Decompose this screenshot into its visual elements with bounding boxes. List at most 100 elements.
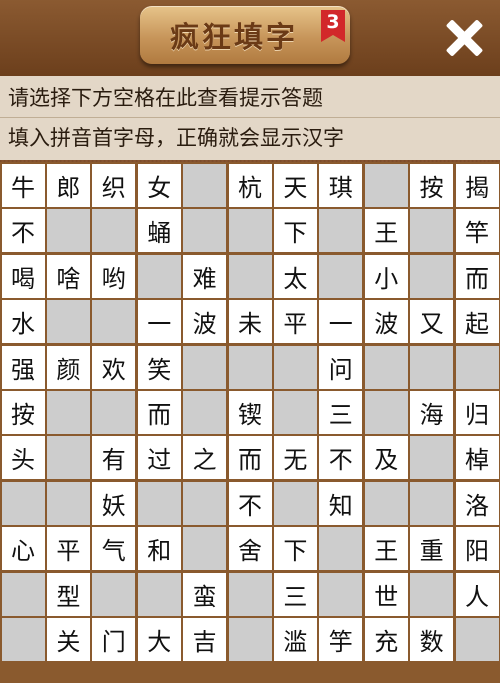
grid-cell[interactable]: 世 — [364, 572, 408, 616]
blocked-cell — [1, 618, 45, 661]
grid-cell[interactable]: 归 — [455, 391, 499, 434]
grid-cell[interactable]: 郎 — [46, 164, 90, 207]
blocked-cell — [137, 254, 181, 298]
blocked-cell — [228, 209, 272, 253]
grid-cell[interactable]: 欢 — [92, 345, 136, 389]
grid-cell[interactable]: 平 — [273, 300, 317, 344]
grid-cell[interactable]: 充 — [364, 618, 408, 661]
grid-cell[interactable]: 舍 — [228, 527, 272, 571]
blocked-cell — [455, 618, 499, 661]
blocked-cell — [273, 345, 317, 389]
grid-cell[interactable]: 笑 — [137, 345, 181, 389]
grid-cell[interactable]: 喝 — [1, 254, 45, 298]
grid-cell[interactable]: 过 — [137, 436, 181, 480]
grid-cell[interactable]: 一 — [319, 300, 363, 344]
grid-cell[interactable]: 一 — [137, 300, 181, 344]
grid-cell[interactable]: 心 — [1, 527, 45, 571]
grid-cell[interactable]: 蛹 — [137, 209, 181, 253]
grid-cell[interactable]: 海 — [410, 391, 454, 434]
blocked-cell — [1, 481, 45, 525]
grid-cell[interactable]: 平 — [46, 527, 90, 571]
grid-cell[interactable]: 知 — [319, 481, 363, 525]
grid-cell[interactable]: 有 — [92, 436, 136, 480]
grid-cell[interactable]: 不 — [1, 209, 45, 253]
blocked-cell — [183, 209, 227, 253]
grid-cell[interactable]: 洛 — [455, 481, 499, 525]
grid-cell[interactable]: 竽 — [319, 618, 363, 661]
blocked-cell — [92, 572, 136, 616]
blocked-cell — [228, 254, 272, 298]
grid-cell[interactable]: 气 — [92, 527, 136, 571]
grid-cell[interactable]: 揭 — [455, 164, 499, 207]
blocked-cell — [46, 481, 90, 525]
grid-cell[interactable]: 哟 — [92, 254, 136, 298]
grid-cell[interactable]: 人 — [455, 572, 499, 616]
game-screen: 疯狂填字 3 请选择下方空格在此查看提示答题 填入拼音首字母，正确就会显示汉字 … — [0, 0, 500, 683]
blocked-cell — [410, 572, 454, 616]
blocked-cell — [410, 436, 454, 480]
grid-cell[interactable]: 及 — [364, 436, 408, 480]
grid-cell[interactable]: 琪 — [319, 164, 363, 207]
grid-cell[interactable]: 太 — [273, 254, 317, 298]
grid-cell[interactable]: 而 — [228, 436, 272, 480]
grid-cell[interactable]: 起 — [455, 300, 499, 344]
grid-cell[interactable]: 三 — [273, 572, 317, 616]
grid-cell[interactable]: 杭 — [228, 164, 272, 207]
grid-cell[interactable]: 波 — [364, 300, 408, 344]
grid-cell[interactable]: 三 — [319, 391, 363, 434]
level-badge: 3 — [317, 10, 349, 42]
grid-cell[interactable]: 不 — [319, 436, 363, 480]
grid-cell[interactable]: 而 — [137, 391, 181, 434]
grid-cell[interactable]: 下 — [273, 209, 317, 253]
grid-cell[interactable]: 吉 — [183, 618, 227, 661]
grid-cell[interactable]: 下 — [273, 527, 317, 571]
close-icon[interactable] — [440, 14, 488, 62]
grid-cell[interactable]: 之 — [183, 436, 227, 480]
grid-cell[interactable]: 未 — [228, 300, 272, 344]
grid-cell[interactable]: 强 — [1, 345, 45, 389]
grid-cell[interactable]: 难 — [183, 254, 227, 298]
grid-cell[interactable]: 重 — [410, 527, 454, 571]
grid-cell[interactable]: 型 — [46, 572, 90, 616]
grid-cell[interactable]: 关 — [46, 618, 90, 661]
grid-cell[interactable]: 门 — [92, 618, 136, 661]
grid-cell[interactable]: 水 — [1, 300, 45, 344]
blocked-cell — [228, 345, 272, 389]
grid-cell[interactable]: 阳 — [455, 527, 499, 571]
grid-cell[interactable]: 按 — [410, 164, 454, 207]
level-number: 3 — [326, 11, 340, 33]
grid-cell[interactable]: 大 — [137, 618, 181, 661]
grid-cell[interactable]: 不 — [228, 481, 272, 525]
grid-cell[interactable]: 王 — [364, 527, 408, 571]
grid-cell[interactable]: 女 — [137, 164, 181, 207]
grid-cell[interactable]: 蛮 — [183, 572, 227, 616]
blocked-cell — [183, 481, 227, 525]
grid-cell[interactable]: 按 — [1, 391, 45, 434]
grid-cell[interactable]: 问 — [319, 345, 363, 389]
grid-cell[interactable]: 小 — [364, 254, 408, 298]
grid-cell[interactable]: 啥 — [46, 254, 90, 298]
grid-cell[interactable]: 织 — [92, 164, 136, 207]
grid-cell[interactable]: 头 — [1, 436, 45, 480]
grid-cell[interactable]: 波 — [183, 300, 227, 344]
blocked-cell — [183, 391, 227, 434]
top-bar: 疯狂填字 3 — [0, 0, 500, 76]
grid-cell[interactable]: 无 — [273, 436, 317, 480]
grid-cell[interactable]: 数 — [410, 618, 454, 661]
grid-cell[interactable]: 而 — [455, 254, 499, 298]
grid-cell[interactable]: 棹 — [455, 436, 499, 480]
grid-cell[interactable]: 颜 — [46, 345, 90, 389]
grid-cell[interactable]: 牛 — [1, 164, 45, 207]
blocked-cell — [183, 164, 227, 207]
grid-cell[interactable]: 竿 — [455, 209, 499, 253]
grid-cell[interactable]: 又 — [410, 300, 454, 344]
grid-cell[interactable]: 锲 — [228, 391, 272, 434]
hint-divider — [0, 117, 500, 118]
grid-cell[interactable]: 妖 — [92, 481, 136, 525]
grid-cell[interactable]: 和 — [137, 527, 181, 571]
blocked-cell — [137, 572, 181, 616]
blocked-cell — [92, 391, 136, 434]
grid-cell[interactable]: 天 — [273, 164, 317, 207]
grid-cell[interactable]: 王 — [364, 209, 408, 253]
grid-cell[interactable]: 滥 — [273, 618, 317, 661]
